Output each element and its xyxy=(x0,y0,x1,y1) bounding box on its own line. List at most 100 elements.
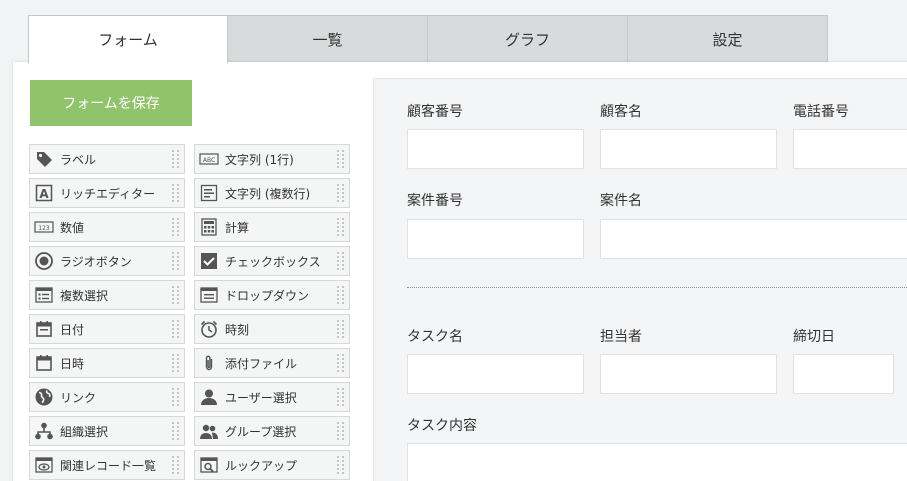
text-single-line-icon: ABC xyxy=(199,149,219,169)
tab-settings[interactable]: 設定 xyxy=(628,15,828,63)
palette-item-number[interactable]: 123 数値 xyxy=(29,212,185,242)
field-palette: ラベル ABC 文字列 (1行) A リッチエディター 文字列 (複数行) 12… xyxy=(29,144,350,480)
multi-select-icon xyxy=(34,285,54,305)
task-content-field[interactable] xyxy=(407,443,907,481)
palette-item-date[interactable]: 日付 xyxy=(29,314,185,344)
drag-handle-icon[interactable] xyxy=(171,183,181,204)
palette-item-text-multi[interactable]: 文字列 (複数行) xyxy=(194,178,350,208)
palette-item-text: 日付 xyxy=(60,322,85,337)
user-icon xyxy=(199,387,219,407)
palette-item-calc[interactable]: 計算 xyxy=(194,212,350,242)
field-label-case-number: 案件番号 xyxy=(407,193,463,209)
form-editor-panel: フォームを保存 ラベル ABC 文字列 (1行) A リッチエディター 文字列 … xyxy=(13,62,907,481)
field-label-phone-number: 電話番号 xyxy=(793,104,849,120)
palette-item-lookup[interactable]: ルックアップ xyxy=(194,450,350,480)
drag-handle-icon[interactable] xyxy=(171,353,181,374)
drag-handle-icon[interactable] xyxy=(336,387,346,408)
palette-item-rich-editor[interactable]: A リッチエディター xyxy=(29,178,185,208)
drag-handle-icon[interactable] xyxy=(171,387,181,408)
number-icon: 123 xyxy=(34,217,54,237)
drag-handle-icon[interactable] xyxy=(336,421,346,442)
palette-item-text: 文字列 (1行) xyxy=(225,152,294,167)
case-name-field[interactable] xyxy=(600,219,907,259)
palette-item-text: 時刻 xyxy=(225,322,250,337)
customer-name-field[interactable] xyxy=(600,129,777,169)
related-records-icon xyxy=(34,455,54,475)
palette-item-text: ラベル xyxy=(60,152,97,167)
palette-item-time[interactable]: 時刻 xyxy=(194,314,350,344)
palette-item-text: 数値 xyxy=(60,220,85,235)
field-label-case-name: 案件名 xyxy=(600,193,642,209)
tab-graph[interactable]: グラフ xyxy=(428,15,628,63)
paperclip-icon xyxy=(199,353,219,373)
tab-form[interactable]: フォーム xyxy=(28,15,228,64)
section-divider xyxy=(407,287,907,288)
palette-item-text: 複数選択 xyxy=(60,288,109,303)
drag-handle-icon[interactable] xyxy=(171,285,181,306)
drag-handle-icon[interactable] xyxy=(336,217,346,238)
palette-item-radio[interactable]: ラジオボタン xyxy=(29,246,185,276)
form-layout-canvas: 顧客番号 顧客名 電話番号 案件番号 案件名 タスク名 担当者 締切日 タスク内… xyxy=(373,78,907,481)
drag-handle-icon[interactable] xyxy=(171,455,181,476)
palette-item-user-select[interactable]: ユーザー選択 xyxy=(194,382,350,412)
drag-handle-icon[interactable] xyxy=(336,251,346,272)
palette-item-text: リッチエディター xyxy=(60,186,156,201)
task-name-field[interactable] xyxy=(407,354,584,394)
palette-item-text: 日時 xyxy=(60,356,85,371)
phone-number-field[interactable] xyxy=(793,129,907,169)
organization-icon xyxy=(34,421,54,441)
drag-handle-icon[interactable] xyxy=(336,319,346,340)
palette-item-group-select[interactable]: グループ選択 xyxy=(194,416,350,446)
palette-item-text: チェックボックス xyxy=(225,254,321,269)
checkbox-icon xyxy=(199,251,219,271)
rich-editor-icon: A xyxy=(34,183,54,203)
palette-item-attachment[interactable]: 添付ファイル xyxy=(194,348,350,378)
tab-list[interactable]: 一覧 xyxy=(228,15,428,63)
palette-item-text-single[interactable]: ABC 文字列 (1行) xyxy=(194,144,350,174)
palette-item-text: ラジオボタン xyxy=(60,254,132,269)
svg-text:ABC: ABC xyxy=(203,157,215,164)
drag-handle-icon[interactable] xyxy=(336,285,346,306)
field-label-task-content: タスク内容 xyxy=(407,418,477,434)
save-form-button[interactable]: フォームを保存 xyxy=(30,80,192,126)
customer-number-field[interactable] xyxy=(407,129,584,169)
date-icon xyxy=(34,319,54,339)
drag-handle-icon[interactable] xyxy=(171,149,181,170)
drag-handle-icon[interactable] xyxy=(336,353,346,374)
palette-item-checkbox[interactable]: チェックボックス xyxy=(194,246,350,276)
drag-handle-icon[interactable] xyxy=(171,251,181,272)
drag-handle-icon[interactable] xyxy=(336,455,346,476)
palette-item-text: 添付ファイル xyxy=(225,356,298,371)
calculator-icon xyxy=(199,217,219,237)
palette-item-multi-select[interactable]: 複数選択 xyxy=(29,280,185,310)
palette-item-text: 組織選択 xyxy=(60,424,109,439)
palette-item-text: 文字列 (複数行) xyxy=(225,186,311,201)
drag-handle-icon[interactable] xyxy=(336,149,346,170)
case-number-field[interactable] xyxy=(407,219,584,259)
palette-item-related-records[interactable]: 関連レコード一覧 xyxy=(29,450,185,480)
palette-item-text: ルックアップ xyxy=(225,458,298,473)
tag-icon xyxy=(34,149,54,169)
drag-handle-icon[interactable] xyxy=(171,319,181,340)
deadline-field[interactable] xyxy=(793,354,894,394)
palette-item-text: 計算 xyxy=(225,220,250,235)
lookup-icon xyxy=(199,455,219,475)
assignee-field[interactable] xyxy=(600,354,777,394)
tab-bar: フォーム 一覧 グラフ 設定 xyxy=(28,15,828,64)
globe-icon xyxy=(34,387,54,407)
group-icon xyxy=(199,421,219,441)
palette-item-link[interactable]: リンク xyxy=(29,382,185,412)
svg-text:A: A xyxy=(39,187,49,201)
palette-item-label[interactable]: ラベル xyxy=(29,144,185,174)
drag-handle-icon[interactable] xyxy=(336,183,346,204)
drag-handle-icon[interactable] xyxy=(171,421,181,442)
drag-handle-icon[interactable] xyxy=(171,217,181,238)
palette-item-datetime[interactable]: 日時 xyxy=(29,348,185,378)
palette-item-text: ドロップダウン xyxy=(225,288,310,303)
text-multi-line-icon xyxy=(199,183,219,203)
palette-item-text: リンク xyxy=(60,390,97,405)
field-label-customer-number: 顧客番号 xyxy=(407,104,463,120)
palette-item-org-select[interactable]: 組織選択 xyxy=(29,416,185,446)
field-label-assignee: 担当者 xyxy=(600,329,642,345)
palette-item-dropdown[interactable]: ドロップダウン xyxy=(194,280,350,310)
